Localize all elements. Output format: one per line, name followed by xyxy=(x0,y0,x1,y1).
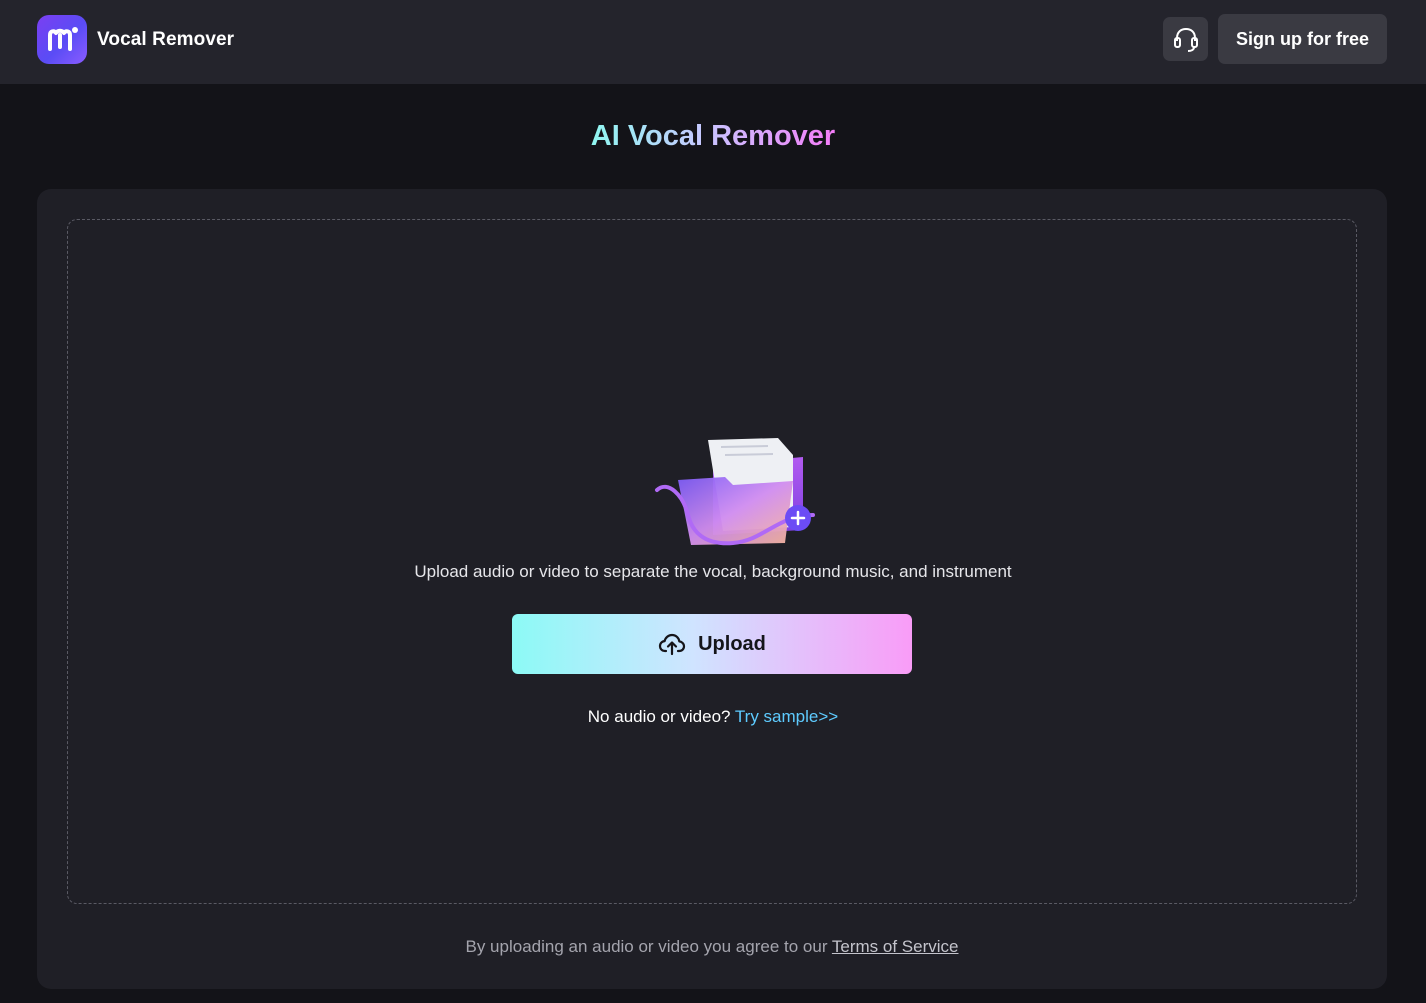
sample-prompt-line: No audio or video? Try sample>> xyxy=(68,707,1358,727)
media-io-logo-icon xyxy=(37,15,87,64)
support-button[interactable] xyxy=(1163,17,1208,61)
terms-of-service-link[interactable]: Terms of Service xyxy=(832,937,959,956)
signup-button[interactable]: Sign up for free xyxy=(1218,14,1387,64)
upload-button-label: Upload xyxy=(698,632,766,655)
brand-home-link[interactable]: Vocal Remover xyxy=(37,15,234,64)
upload-button[interactable]: Upload xyxy=(512,614,912,674)
brand-name: Vocal Remover xyxy=(97,28,235,50)
upload-hint: Upload audio or video to separate the vo… xyxy=(414,562,1012,581)
cloud-upload-icon xyxy=(659,633,686,656)
terms-notice: By uploading an audio or video you agree… xyxy=(37,937,1387,957)
upload-card: Upload audio or video to separate the vo… xyxy=(37,189,1387,989)
top-bar: Vocal Remover Sign up for free xyxy=(0,0,1426,84)
sample-prompt-text: No audio or video? xyxy=(587,707,731,726)
headset-icon xyxy=(1173,27,1198,52)
upload-dropzone[interactable]: Upload audio or video to separate the vo… xyxy=(67,219,1357,904)
terms-prefix-text: By uploading an audio or video you agree… xyxy=(465,937,828,956)
page-title: AI Vocal Remover xyxy=(590,120,836,152)
try-sample-link[interactable]: Try sample>> xyxy=(735,707,838,726)
folder-upload-illustration-icon xyxy=(655,438,815,546)
